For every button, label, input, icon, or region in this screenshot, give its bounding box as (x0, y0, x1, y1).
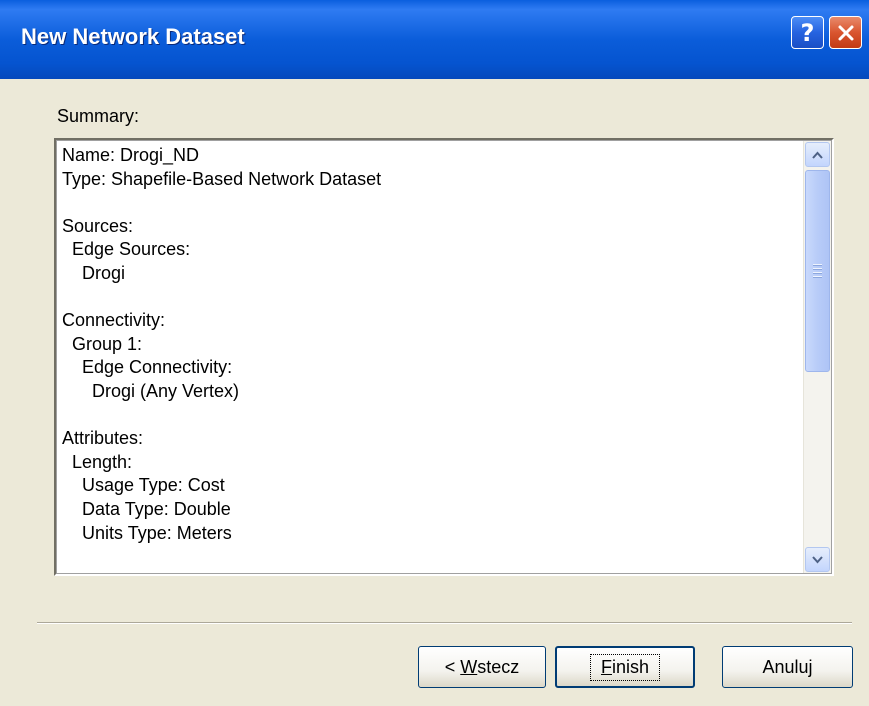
vertical-scrollbar[interactable] (803, 141, 831, 573)
summary-line: Drogi (62, 262, 126, 283)
cancel-label: Anuluj (762, 656, 813, 677)
summary-line: Group 1: (62, 333, 143, 354)
summary-text: Name: Drogi_ND Type: Shapefile-Based Netw… (62, 144, 797, 545)
close-button[interactable] (829, 16, 862, 49)
summary-line: Data Type: Double (62, 498, 231, 519)
summary-line: Edge Sources: (62, 239, 191, 260)
help-button[interactable]: ? (791, 16, 824, 49)
summary-label: Summary: (57, 106, 140, 126)
summary-line: Usage Type: Cost (62, 475, 225, 496)
new-network-dataset-dialog: New Network Dataset ? Summary: Name: Dro… (0, 0, 869, 706)
title-bar[interactable]: New Network Dataset ? (0, 0, 869, 79)
scroll-thumb[interactable] (805, 170, 830, 372)
summary-line: Edge Connectivity: (62, 357, 233, 378)
scroll-down-icon (812, 555, 823, 563)
summary-line: Length: (62, 451, 133, 472)
scroll-up-button[interactable] (805, 142, 830, 167)
help-icon: ? (800, 18, 815, 47)
summary-line (62, 286, 797, 310)
summary-line: Connectivity: (62, 310, 166, 331)
finish-button[interactable]: Finish (555, 646, 695, 688)
cancel-button[interactable]: Anuluj (722, 646, 853, 688)
summary-line: Drogi (Any Vertex) (62, 380, 240, 401)
summary-line: Units Type: Meters (62, 522, 232, 543)
finish-label: Finish (589, 653, 661, 681)
summary-line (62, 191, 797, 215)
back-label: < Wstecz (444, 656, 520, 677)
summary-line: Name: Drogi_ND (62, 145, 200, 165)
scroll-up-icon (812, 151, 823, 159)
window-title: New Network Dataset (21, 24, 245, 49)
close-icon (838, 25, 853, 40)
summary-line: Sources: (62, 215, 134, 236)
summary-line: Type: Shapefile-Based Network Dataset (62, 168, 382, 189)
summary-line (62, 404, 797, 428)
scroll-down-button[interactable] (805, 547, 830, 572)
summary-textbox[interactable]: Name: Drogi_ND Type: Shapefile-Based Netw… (54, 138, 834, 576)
scroll-grip-icon (813, 262, 822, 280)
back-button[interactable]: < Wstecz (418, 646, 546, 688)
summary-line: Attributes: (62, 428, 144, 449)
button-separator (37, 622, 852, 624)
